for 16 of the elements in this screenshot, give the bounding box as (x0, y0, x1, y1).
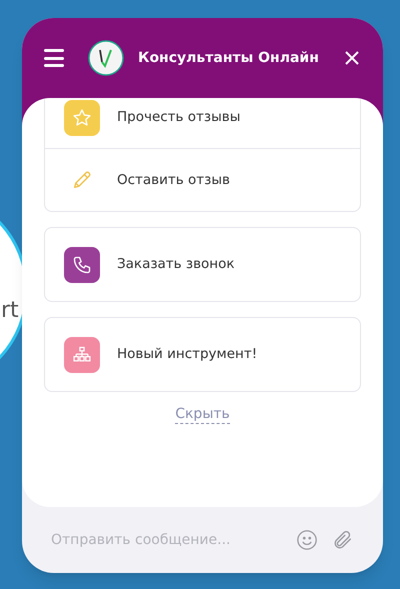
menu-item[interactable]: Новый инструмент! (45, 318, 360, 391)
close-button[interactable] (345, 50, 361, 66)
close-icon (345, 51, 359, 65)
paperclip-icon[interactable] (332, 529, 354, 551)
menu-button[interactable] (44, 49, 64, 67)
hierarchy-icon (72, 344, 92, 364)
menu-item[interactable]: Прочесть отзывы (45, 98, 360, 149)
background-text: rt (1, 298, 19, 324)
logo-icon (88, 40, 124, 76)
message-field[interactable]: Отправить сообщение... (51, 530, 282, 550)
menu-item[interactable]: Заказать звонок (45, 228, 360, 301)
star-icon (72, 108, 92, 128)
window-title: Консультанты Онлайн (138, 48, 319, 68)
pencil-icon (71, 169, 93, 191)
phone-icon (72, 254, 92, 274)
menu-item[interactable]: Оставить отзыв (45, 149, 360, 211)
